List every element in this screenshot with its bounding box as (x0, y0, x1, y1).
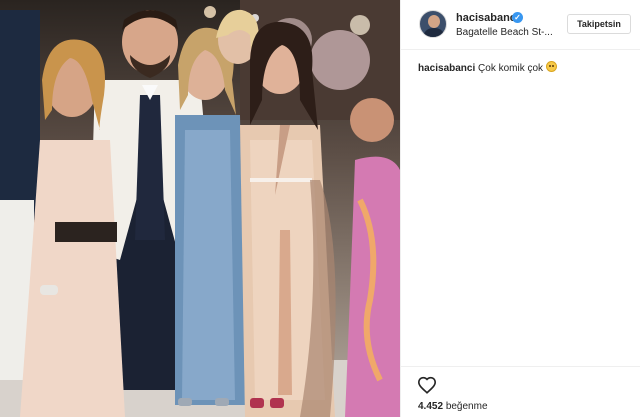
location-link[interactable]: Bagatelle Beach St-... (456, 27, 566, 38)
verified-badge-icon: ✓ (512, 12, 523, 23)
like-heart-icon[interactable] (417, 376, 437, 394)
likes-number: 4.452 (418, 401, 444, 412)
likes-label: beğenme (445, 401, 488, 412)
likes-count[interactable]: 4.452 beğenme (418, 401, 488, 412)
username-link[interactable]: hacisabanci (456, 12, 519, 24)
caption-username-link[interactable]: hacisabanci (418, 63, 475, 74)
post-photo[interactable] (0, 0, 400, 417)
post-actions: 4.452 beğenme (401, 366, 640, 417)
post-caption: hacisabanci Çok komik çok (418, 61, 633, 76)
avatar-body (423, 28, 445, 37)
instagram-post: hacisabanci ✓ Bagatelle Beach St-... Tak… (0, 0, 640, 417)
avatar[interactable] (419, 10, 447, 38)
follow-button[interactable]: Takipetsin (567, 14, 631, 34)
caption-text: Çok komik çok (478, 63, 544, 74)
party-photo-illustration (0, 0, 400, 417)
post-header: hacisabanci ✓ Bagatelle Beach St-... Tak… (401, 0, 640, 50)
avatar-face (428, 15, 440, 28)
post-side-panel: hacisabanci ✓ Bagatelle Beach St-... Tak… (400, 0, 640, 417)
smiley-emoji-icon (546, 61, 558, 72)
